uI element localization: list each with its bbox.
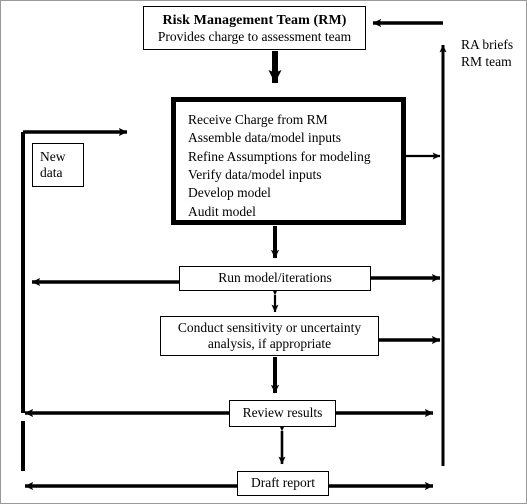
node-run-model[interactable]: Run model/iterations (179, 266, 371, 291)
sensitivity-line-1: Conduct sensitivity or uncertainty (177, 319, 362, 335)
main-step-4: Verify data/model inputs (188, 167, 322, 183)
label-ra-briefs-rm-team: RA briefs RM team (461, 37, 513, 70)
ra-briefs-line-2: RM team (461, 53, 512, 69)
draft-report-label: Draft report (250, 475, 316, 491)
ra-briefs-line-1: RA briefs (461, 37, 514, 52)
sensitivity-line-2: analysis, if appropriate (207, 336, 332, 351)
new-data-line-1: New (40, 148, 66, 164)
rm-subtitle: Provides charge to assessment team (157, 28, 352, 44)
run-model-label: Run model/iterations (218, 270, 332, 286)
main-step-2: Assemble data/model inputs (188, 130, 341, 146)
flowchart-canvas: Risk Management Team (RM) Provides charg… (0, 0, 527, 504)
node-main-process[interactable]: Receive Charge from RM Assemble data/mod… (171, 97, 406, 225)
flowchart-connectors (21, 18, 447, 491)
new-data-line-2: data (40, 165, 63, 180)
rm-title: Risk Management Team (RM) (162, 12, 347, 28)
node-review-results[interactable]: Review results (229, 400, 336, 427)
node-new-data[interactable]: New data (32, 143, 84, 187)
main-step-1: Receive Charge from RM (188, 112, 328, 127)
node-draft-report[interactable]: Draft report (237, 471, 329, 496)
main-step-3: Refine Assumptions for modeling (188, 148, 371, 164)
review-results-label: Review results (242, 405, 323, 421)
node-sensitivity-analysis[interactable]: Conduct sensitivity or uncertainty analy… (160, 316, 379, 356)
main-step-5: Develop model (188, 185, 271, 201)
main-step-6: Audit model (188, 203, 256, 219)
node-risk-management-team[interactable]: Risk Management Team (RM) Provides charg… (143, 6, 366, 50)
